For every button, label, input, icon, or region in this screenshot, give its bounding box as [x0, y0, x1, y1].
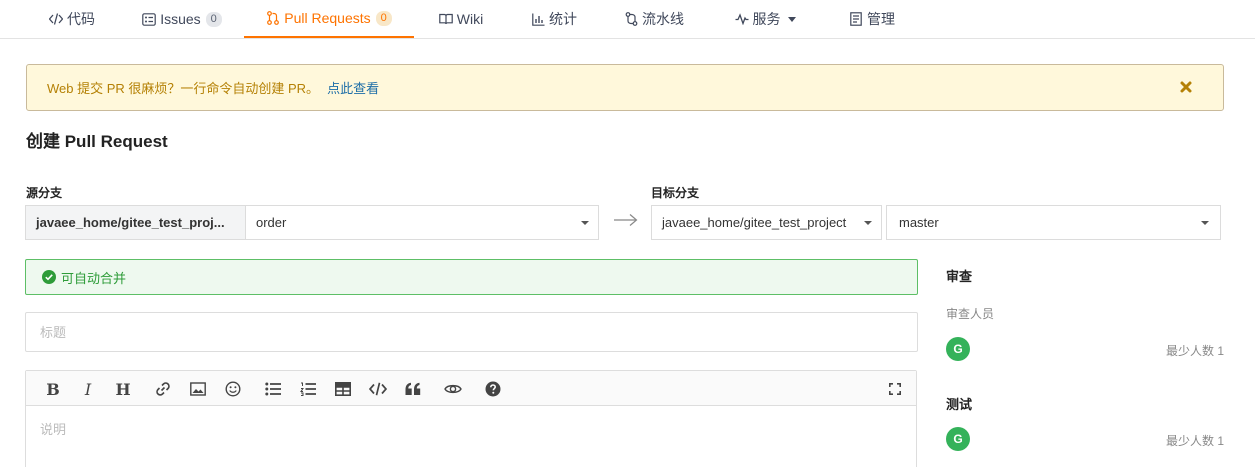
tab-code-label: 代码: [67, 11, 95, 27]
tab-issues-label: Issues: [160, 11, 201, 27]
tab-pull-requests[interactable]: Pull Requests 0: [244, 0, 414, 38]
reviewer-min-count: 最少人数 1: [1165, 344, 1224, 358]
link-icon[interactable]: [154, 380, 172, 398]
banner-text: Web 提交 PR 很麻烦？一行命令自动创建 PR。: [47, 81, 320, 96]
quote-icon[interactable]: [404, 380, 422, 398]
book-icon: [438, 12, 453, 26]
pr-description-textarea[interactable]: [26, 407, 916, 467]
check-circle-icon: [42, 270, 56, 284]
page-title: 创建 Pull Request: [26, 132, 168, 151]
tab-pipeline-label: 流水线: [642, 11, 684, 27]
merge-status-text: 可自动合并: [61, 270, 127, 286]
emoji-icon[interactable]: [224, 380, 242, 398]
dropdown-caret-icon: [581, 221, 589, 225]
tester-min-count: 最少人数 1: [1165, 434, 1224, 448]
dropdown-caret-icon: [864, 221, 872, 225]
help-icon[interactable]: [484, 380, 502, 398]
code-icon[interactable]: [369, 380, 387, 398]
repo-nav: 代码 Issues 0 Pull Requests 0 Wiki 统计 流水线: [0, 0, 1255, 39]
avatar[interactable]: G: [946, 337, 970, 361]
source-branch-label: 源分支: [26, 186, 63, 200]
markdown-editor: B I H: [25, 370, 917, 467]
tab-code[interactable]: 代码: [40, 0, 104, 38]
tab-pull-requests-label: Pull Requests: [284, 10, 371, 26]
pulse-icon: [735, 12, 749, 26]
source-repo-value: javaee_home/gitee_test_proj...: [36, 215, 225, 230]
pull-request-icon: [266, 11, 280, 25]
reviewers-label: 审查人员: [946, 307, 995, 321]
target-branch-label: 目标分支: [651, 186, 700, 200]
image-icon[interactable]: [189, 380, 207, 398]
tab-services[interactable]: 服务: [728, 0, 802, 38]
source-branch-select[interactable]: order: [245, 205, 599, 240]
bar-chart-icon: [531, 12, 545, 26]
ordered-list-icon[interactable]: [299, 380, 317, 398]
tab-manage-label: 管理: [867, 11, 895, 27]
banner-link[interactable]: 点此查看: [327, 78, 379, 97]
arrow-right-icon: [614, 214, 638, 226]
settings-doc-icon: [849, 12, 863, 26]
code-icon: [49, 12, 63, 26]
pipeline-icon: [624, 12, 638, 26]
target-repo-value: javaee_home/gitee_test_project: [662, 215, 847, 230]
issues-icon: [142, 12, 157, 26]
preview-eye-icon[interactable]: [444, 380, 462, 398]
tab-wiki-label: Wiki: [456, 11, 484, 27]
target-repo-select[interactable]: javaee_home/gitee_test_project: [651, 205, 882, 240]
merge-status-message: 可自动合并: [25, 259, 918, 295]
target-branch-select[interactable]: master: [886, 205, 1221, 240]
cli-tip-banner: Web 提交 PR 很麻烦？一行命令自动创建 PR。 点此查看: [26, 64, 1224, 111]
heading-icon[interactable]: H: [114, 380, 132, 399]
dropdown-caret-icon: [1201, 221, 1209, 225]
tab-stats-label: 统计: [549, 11, 577, 27]
review-heading: 审查: [946, 269, 973, 284]
close-icon[interactable]: [1179, 80, 1193, 94]
source-branch-value: order: [256, 215, 287, 230]
unordered-list-icon[interactable]: [264, 380, 282, 398]
issues-count-badge: 0: [205, 11, 222, 27]
chevron-down-icon: [787, 16, 796, 22]
avatar[interactable]: G: [946, 427, 970, 451]
fullscreen-icon[interactable]: [886, 380, 904, 398]
bold-icon[interactable]: B: [44, 380, 62, 399]
pr-title-input[interactable]: [25, 312, 918, 352]
italic-icon[interactable]: I: [79, 380, 97, 399]
tab-issues[interactable]: Issues 0: [137, 0, 227, 38]
tab-pipeline[interactable]: 流水线: [618, 0, 690, 38]
tab-wiki[interactable]: Wiki: [432, 0, 490, 38]
tab-stats[interactable]: 统计: [526, 0, 582, 38]
target-branch-value: master: [899, 215, 939, 230]
tab-services-label: 服务: [752, 11, 781, 27]
pull-requests-count-badge: 0: [375, 10, 392, 26]
editor-toolbar: B I H: [26, 371, 916, 406]
table-icon[interactable]: [334, 380, 352, 398]
source-repo-select[interactable]: javaee_home/gitee_test_proj...: [25, 205, 246, 240]
test-heading: 测试: [946, 397, 973, 412]
tab-manage[interactable]: 管理: [842, 0, 902, 38]
